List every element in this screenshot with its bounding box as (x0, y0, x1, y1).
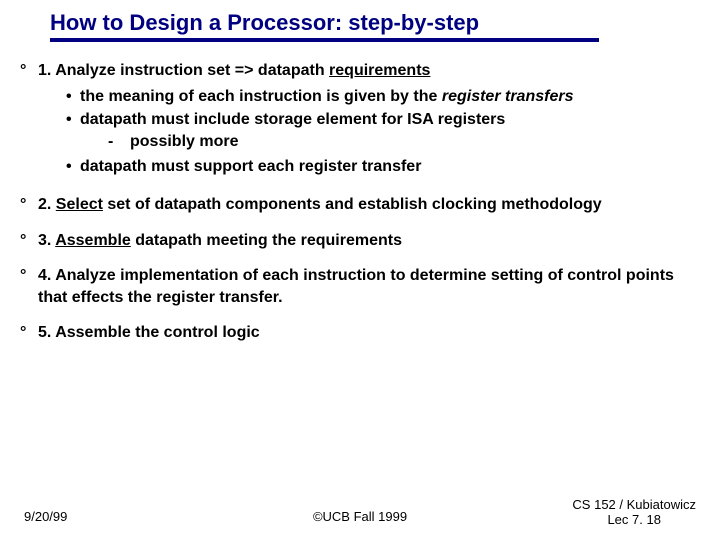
dot-bullet: • (66, 156, 80, 178)
degree-bullet: ° (20, 322, 38, 344)
slide-title: How to Design a Processor: step-by-step (50, 10, 599, 42)
step-1-head-u: requirements (329, 62, 430, 79)
step-1: ° 1. Analyze instruction set => datapath… (20, 60, 700, 180)
degree-bullet: ° (20, 194, 38, 216)
step-1-b2: • datapath must include storage element … (66, 109, 700, 154)
step-1-b1-text: the meaning of each instruction is given… (80, 86, 573, 108)
step-2-a: 2. (38, 196, 56, 213)
slide: How to Design a Processor: step-by-step … (0, 0, 720, 344)
footer-course-line1: CS 152 / Kubiatowicz (572, 498, 696, 513)
dot-bullet: • (66, 86, 80, 108)
step-2: ° 2. Select set of datapath components a… (20, 194, 700, 216)
step-4-body: 4. Analyze implementation of each instru… (38, 265, 700, 308)
degree-bullet: ° (20, 60, 38, 180)
degree-bullet: ° (20, 230, 38, 252)
step-5-body: 5. Assemble the control logic (38, 322, 700, 344)
step-1-head-a: 1. Analyze instruction set => datapath (38, 62, 329, 79)
step-1-b1-i: register transfers (442, 88, 574, 105)
step-2-b: set of datapath components and establish… (103, 196, 602, 213)
step-1-b2-sub: - possibly more (108, 131, 505, 153)
dot-bullet: • (66, 109, 80, 154)
step-1-b2-sub-text: possibly more (130, 131, 238, 153)
step-1-b3-text: datapath must support each register tran… (80, 156, 421, 178)
degree-bullet: ° (20, 265, 38, 308)
step-1-sub: • the meaning of each instruction is giv… (66, 86, 700, 178)
title-wrap: How to Design a Processor: step-by-step (50, 10, 700, 42)
step-5: ° 5. Assemble the control logic (20, 322, 700, 344)
step-1-b1: • the meaning of each instruction is giv… (66, 86, 700, 108)
dash-bullet: - (108, 131, 130, 153)
step-1-b3: • datapath must support each register tr… (66, 156, 700, 178)
step-1-b2-span: datapath must include storage element fo… (80, 111, 505, 128)
step-4: ° 4. Analyze implementation of each inst… (20, 265, 700, 308)
step-1-b1-a: the meaning of each instruction is given… (80, 88, 442, 105)
step-3-body: 3. Assemble datapath meeting the require… (38, 230, 700, 252)
step-3-b: datapath meeting the requirements (131, 232, 402, 249)
step-1-b2-subrow: - possibly more (108, 131, 505, 153)
footer-course: CS 152 / Kubiatowicz Lec 7. 18 (572, 498, 696, 528)
step-2-body: 2. Select set of datapath components and… (38, 194, 700, 216)
step-3-u: Assemble (55, 232, 131, 249)
step-2-u: Select (56, 196, 103, 213)
step-3: ° 3. Assemble datapath meeting the requi… (20, 230, 700, 252)
step-1-body: 1. Analyze instruction set => datapath r… (38, 60, 700, 180)
footer-course-line2: Lec 7. 18 (572, 513, 696, 528)
step-3-a: 3. (38, 232, 55, 249)
step-1-b2-text: datapath must include storage element fo… (80, 109, 505, 154)
content: ° 1. Analyze instruction set => datapath… (20, 60, 700, 344)
